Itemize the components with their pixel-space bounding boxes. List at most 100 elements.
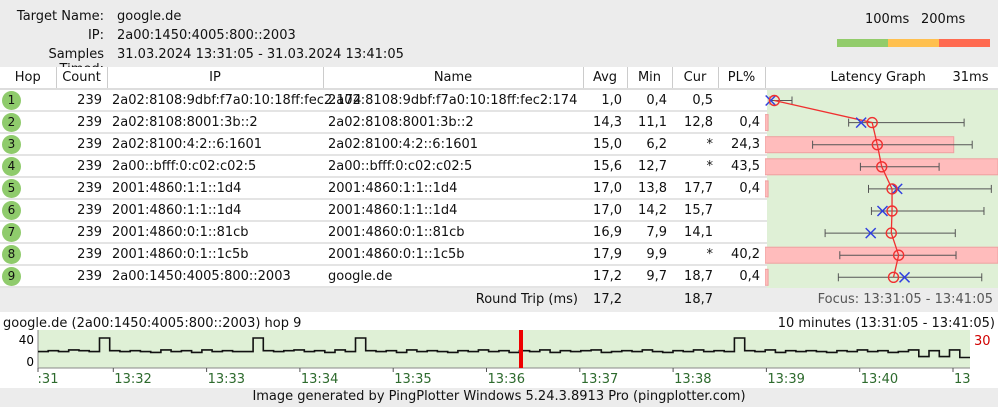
max-latency-label: 30 xyxy=(974,334,991,349)
timeline-title: google.de (2a00:1450:4005:800::2003) hop… xyxy=(3,316,302,331)
hop-number: 1 xyxy=(0,89,56,112)
hop-pl xyxy=(718,199,765,222)
hop-number: 2 xyxy=(0,111,56,134)
hop-count: 239 xyxy=(56,221,107,244)
timeline-graph[interactable]: 40 0 30 13:31 13:32 13:33 13:34 13:35 13:36 13:37… xyxy=(0,330,998,388)
hop-badge: 6 xyxy=(2,200,21,220)
time-label: 13:37 xyxy=(581,372,618,387)
hop-avg: 1,0 xyxy=(583,89,627,112)
col-cur[interactable]: Cur xyxy=(672,67,719,90)
hop-count: 239 xyxy=(56,177,107,200)
hop-badge: 5 xyxy=(2,178,21,198)
hop-ip: 2a02:8108:9dbf:f7a0:10:18ff:fec2:174 xyxy=(107,89,361,112)
hop-count: 239 xyxy=(56,133,107,156)
latency-graph[interactable] xyxy=(765,90,998,288)
hop-number: 9 xyxy=(0,265,56,288)
hop-cur: * xyxy=(672,243,718,266)
col-hop[interactable]: Hop xyxy=(0,67,57,90)
hop-avg: 16,9 xyxy=(583,221,627,244)
focus-marker xyxy=(519,330,523,368)
hop-ip: 2a02:8108:8001:3b::2 xyxy=(107,111,323,134)
timeline-range: 10 minutes (13:31:05 - 13:41:05) xyxy=(777,316,995,331)
hop-badge: 2 xyxy=(2,112,21,132)
hop-name: 2001:4860:1:1::1d4 xyxy=(323,177,583,200)
hop-avg: 17,9 xyxy=(583,243,627,266)
legend-yellow xyxy=(888,39,939,47)
hop-name: 2a02:8100:4:2::6:1601 xyxy=(323,133,583,156)
hop-min: 13,8 xyxy=(627,177,672,200)
hop-badge: 3 xyxy=(2,134,21,154)
hop-cur: 18,7 xyxy=(672,265,718,288)
hop-count: 239 xyxy=(56,265,107,288)
hop-min: 9,7 xyxy=(627,265,672,288)
round-trip-row: Round Trip (ms) 17,2 18,7 Focus: 13:31:0… xyxy=(0,287,998,310)
hop-min: 11,1 xyxy=(627,111,672,134)
hop-badge: 8 xyxy=(2,244,21,264)
legend-green xyxy=(837,39,888,47)
col-pl[interactable]: PL% xyxy=(718,67,766,90)
hop-min: 0,4 xyxy=(627,89,672,112)
legend-red xyxy=(939,39,990,47)
hop-avg: 15,6 xyxy=(583,155,627,178)
time-label: 13:35 xyxy=(394,372,431,387)
hop-pl xyxy=(718,221,765,244)
hop-avg: 14,3 xyxy=(583,111,627,134)
hop-name: 2001:4860:1:1::1d4 xyxy=(323,199,583,222)
hop-name: 2a02:8108:9dbf:f7a0:10:18ff:fec2:174 xyxy=(323,89,583,112)
round-trip-cur: 18,7 xyxy=(672,287,718,310)
hop-name: 2001:4860:0:1::81cb xyxy=(323,221,583,244)
hop-ip: 2001:4860:1:1::1d4 xyxy=(107,177,323,200)
hop-number: 3 xyxy=(0,133,56,156)
hop-pl: 0,4 xyxy=(718,265,765,288)
hop-count: 239 xyxy=(56,199,107,222)
y-tick-0: 0 xyxy=(26,355,34,369)
hop-badge: 4 xyxy=(2,156,21,176)
hop-pl: 24,3 xyxy=(718,133,765,156)
hop-min: 12,7 xyxy=(627,155,672,178)
timeline-background xyxy=(38,330,970,368)
ip-label: IP: xyxy=(87,28,104,43)
hop-name: google.de xyxy=(323,265,583,288)
col-ip[interactable]: IP xyxy=(107,67,324,90)
hop-number: 4 xyxy=(0,155,56,178)
latency-graph-title: Latency Graph xyxy=(830,70,926,85)
hop-ip: 2001:4860:0:1::1c5b xyxy=(107,243,323,266)
hop-ip: 2a00::bfff:0:c02:c02:5 xyxy=(107,155,323,178)
hop-cur: 15,7 xyxy=(672,199,718,222)
hop-ip: 2001:4860:0:1::81cb xyxy=(107,221,323,244)
hop-name: 2a02:8108:8001:3b::2 xyxy=(323,111,583,134)
time-label: 13:40 xyxy=(861,372,898,387)
time-label: 13:31 xyxy=(21,372,58,387)
hop-number: 6 xyxy=(0,199,56,222)
target-name: google.de xyxy=(117,9,182,24)
target-info: Target Name: google.de IP: 2a00:1450:400… xyxy=(0,0,998,77)
time-label: 13:32 xyxy=(114,372,151,387)
hop-avg: 17,2 xyxy=(583,265,627,288)
time-label: 13:36 xyxy=(488,372,525,387)
hop-avg: 15,0 xyxy=(583,133,627,156)
target-name-label: Target Name: xyxy=(16,9,104,24)
legend-200ms: 200ms xyxy=(921,12,966,27)
col-latency-graph[interactable]: Latency Graph 31ms xyxy=(765,67,998,90)
samples-timed: 31.03.2024 13:31:05 - 31.03.2024 13:41:0… xyxy=(117,47,404,62)
hop-avg: 17,0 xyxy=(583,199,627,222)
hop-ip: 2a02:8100:4:2::6:1601 xyxy=(107,133,323,156)
hop-badge: 7 xyxy=(2,222,21,242)
col-count[interactable]: Count xyxy=(56,67,108,90)
time-label: 13:39 xyxy=(767,372,804,387)
col-name[interactable]: Name xyxy=(323,67,584,90)
hop-min: 9,9 xyxy=(627,243,672,266)
footer-credit: Image generated by PingPlotter Windows 5… xyxy=(252,389,746,404)
hop-cur: 14,1 xyxy=(672,221,718,244)
hop-ip: 2001:4860:1:1::1d4 xyxy=(107,199,323,222)
hop-badge: 9 xyxy=(2,266,21,286)
hop-number: 8 xyxy=(0,243,56,266)
col-avg[interactable]: Avg xyxy=(583,67,628,90)
hop-cur: 0,5 xyxy=(672,89,718,112)
hop-cur: 17,7 xyxy=(672,177,718,200)
hop-min: 6,2 xyxy=(627,133,672,156)
hop-ip: 2a00:1450:4005:800::2003 xyxy=(107,265,323,288)
hop-number: 7 xyxy=(0,221,56,244)
hop-pl: 40,2 xyxy=(718,243,765,266)
col-min[interactable]: Min xyxy=(627,67,673,90)
